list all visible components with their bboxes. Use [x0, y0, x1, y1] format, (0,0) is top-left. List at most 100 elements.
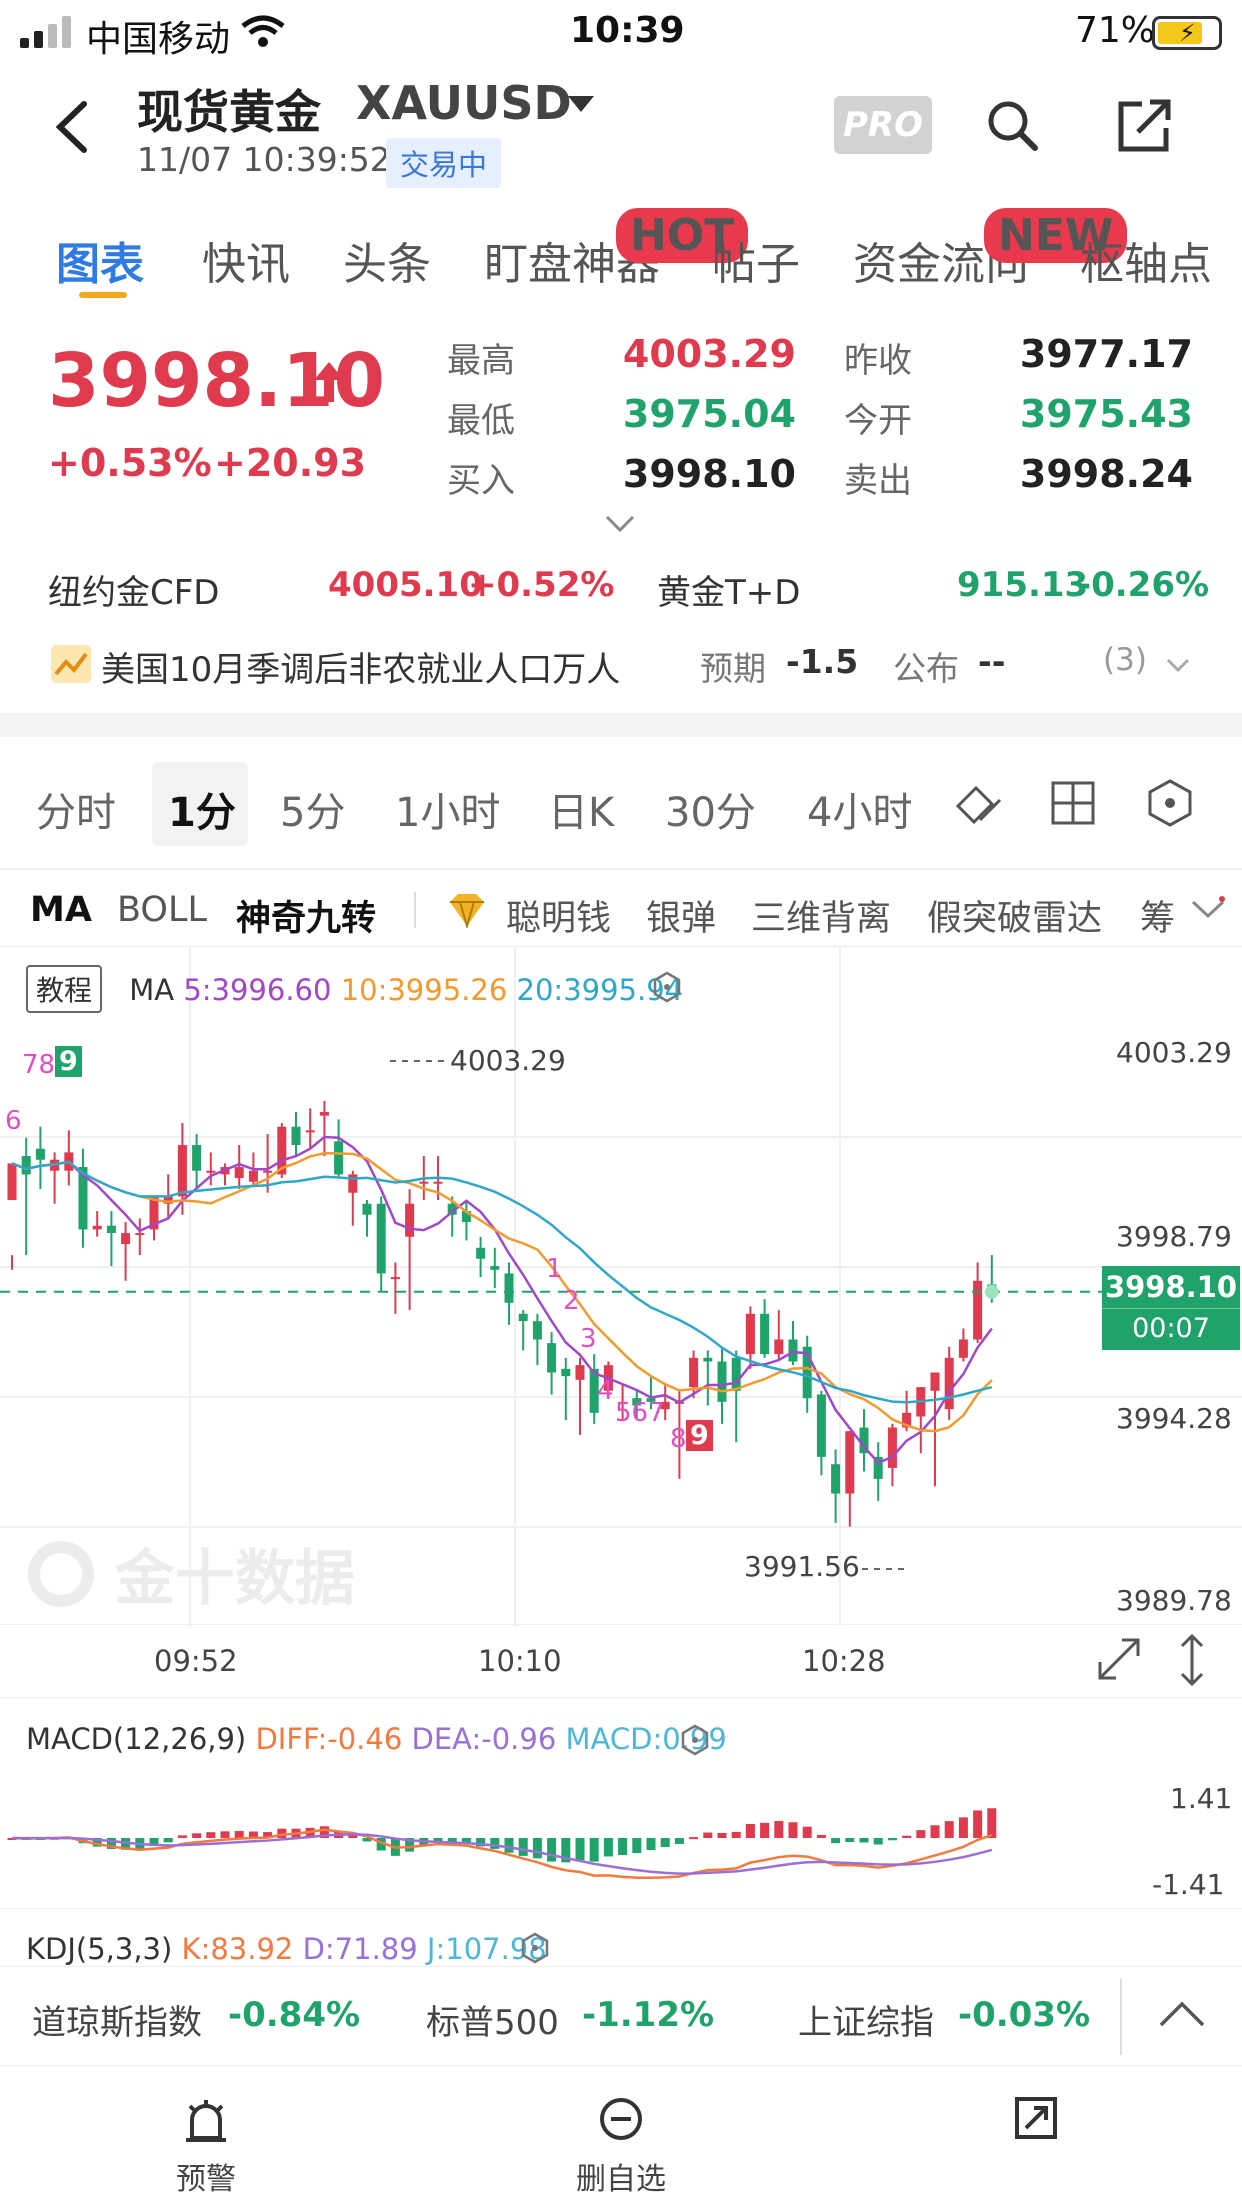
macd-bar [703, 1832, 713, 1838]
macd-settings-icon[interactable] [680, 1724, 710, 1756]
cfd-name[interactable]: 纽约金CFD [48, 565, 219, 614]
candle-body [92, 1225, 102, 1230]
indicator-boll[interactable]: BOLL [117, 890, 207, 930]
current-price-dot [984, 1284, 999, 1299]
event-row[interactable]: 美国10月季调后非农就业人口万人 预期 -1.5 公布 -- (3) [0, 630, 1242, 700]
index-sp500-name[interactable]: 标普500 [426, 1995, 559, 2044]
fullscreen-icon[interactable] [1096, 1636, 1142, 1682]
tab-pivot[interactable]: 枢轴点 [1080, 228, 1212, 292]
macd-y-top: 1.41 [1170, 1782, 1233, 1815]
macd-bar [547, 1838, 557, 1862]
candle-body [887, 1427, 897, 1468]
ask-value: 3998.24 [1019, 452, 1193, 496]
carrier: 中国移动 [86, 19, 231, 60]
symbol[interactable]: XAUUSD [356, 76, 572, 130]
collapse-up-icon[interactable] [1158, 1999, 1206, 2029]
td-name[interactable]: 黄金T+D [657, 565, 800, 614]
indicator-ma[interactable]: MA [30, 890, 92, 930]
nav-alert-label[interactable]: 预警 [176, 2154, 236, 2198]
candle-body [731, 1357, 741, 1391]
high-marker-label: 4003.29 [450, 1044, 566, 1077]
index-dow-name[interactable]: 道琼斯指数 [32, 1995, 202, 2044]
period-timeshare[interactable]: 分时 [36, 780, 116, 838]
open-label: 今开 [844, 401, 912, 441]
tab-flash-news[interactable]: 快讯 [202, 228, 290, 292]
candle-body [419, 1181, 429, 1184]
ma10-value: 10:3995.26 [340, 973, 508, 1007]
tool-divergence[interactable]: 三维背离 [751, 890, 891, 941]
index-sse-change: -0.03% [958, 1995, 1091, 2035]
high-label: 最高 [447, 341, 515, 381]
macd-bar [490, 1838, 500, 1849]
remove-favorite-icon[interactable] [598, 2096, 644, 2142]
dropdown-caret-icon[interactable] [566, 94, 596, 114]
period-1hour[interactable]: 1小时 [395, 780, 500, 838]
period-4hour[interactable]: 4小时 [807, 780, 912, 838]
macd-bar [589, 1838, 599, 1862]
layout-grid-icon[interactable] [1050, 780, 1096, 826]
candle-body [689, 1357, 699, 1388]
tab-posts[interactable]: 帖子 [712, 228, 800, 292]
tab-headlines[interactable]: 头条 [343, 228, 431, 292]
macd-bar [745, 1823, 755, 1838]
tool-false-breakout[interactable]: 假突破雷达 [927, 890, 1102, 941]
candle-body [390, 1277, 400, 1280]
candle-body [476, 1247, 486, 1259]
tool-chips[interactable]: 筹 [1140, 890, 1175, 941]
candle-body [930, 1372, 940, 1391]
td-price: 915.13 [957, 565, 1089, 605]
expand-chevron-icon[interactable] [604, 514, 636, 534]
candle-body [788, 1339, 798, 1362]
macd-bar [504, 1838, 514, 1853]
divider [0, 1908, 1242, 1909]
indicator-nine-turn[interactable]: 神奇九转 [236, 890, 376, 941]
search-icon[interactable] [985, 98, 1041, 154]
tab-chart[interactable]: 图表 [56, 228, 144, 292]
period-30min[interactable]: 30分 [665, 780, 756, 838]
kdj-legend: KDJ(5,3,3) K:83.92 D:71.89 J:107.98 [26, 1932, 547, 1966]
candle-body [433, 1181, 443, 1184]
quote-datetime: 11/07 10:39:52 [137, 140, 391, 179]
macd-bar [760, 1822, 770, 1838]
vertical-scale-icon[interactable] [1178, 1634, 1206, 1686]
macd-bar [831, 1838, 841, 1844]
candle-body [760, 1313, 770, 1355]
nine-seq-1: 1 [546, 1254, 563, 1284]
alarm-icon[interactable] [184, 2096, 228, 2144]
period-5min[interactable]: 5分 [280, 780, 345, 838]
divider [0, 1624, 1242, 1625]
nav-share-icon[interactable] [1014, 2096, 1058, 2140]
actual-label: 公布 [893, 649, 959, 688]
nav-remove-favorite-label[interactable]: 删自选 [576, 2154, 666, 2198]
period-daily[interactable]: 日K [548, 780, 614, 838]
candle-body [774, 1339, 784, 1355]
share-icon[interactable] [1116, 98, 1174, 154]
chart-area[interactable] [0, 946, 1242, 1627]
macd-diff-line [11, 1828, 993, 1880]
divider [414, 892, 416, 928]
macd-bar [958, 1817, 968, 1838]
chart-settings-icon[interactable] [1146, 778, 1194, 828]
kdj-settings-icon[interactable] [520, 1932, 550, 1964]
pro-badge[interactable]: PRO [834, 96, 932, 154]
tool-smart-money[interactable]: 聪明钱 [506, 890, 611, 941]
back-icon[interactable] [52, 100, 92, 154]
ma-settings-icon[interactable] [652, 971, 682, 1003]
macd-bar [660, 1838, 670, 1848]
macd-bar [532, 1838, 542, 1859]
cfd-change: +0.52% [468, 565, 615, 605]
tutorial-button[interactable]: 教程 [26, 965, 103, 1013]
candle-body [490, 1266, 500, 1270]
tool-silver-bullet[interactable]: 银弹 [646, 890, 716, 941]
candle-body [532, 1321, 542, 1340]
more-indicators-icon[interactable] [1190, 896, 1226, 922]
drawing-tool-icon[interactable] [952, 776, 1006, 830]
macd-bar [944, 1821, 954, 1838]
index-sse-name[interactable]: 上证综指 [798, 1995, 934, 2044]
candle-body [291, 1126, 301, 1146]
period-1min[interactable]: 1分 [168, 780, 236, 838]
candle-body [121, 1233, 131, 1245]
event-chevron-icon [1166, 658, 1190, 673]
high-value: 4003.29 [622, 332, 796, 376]
candle-body [106, 1225, 116, 1234]
